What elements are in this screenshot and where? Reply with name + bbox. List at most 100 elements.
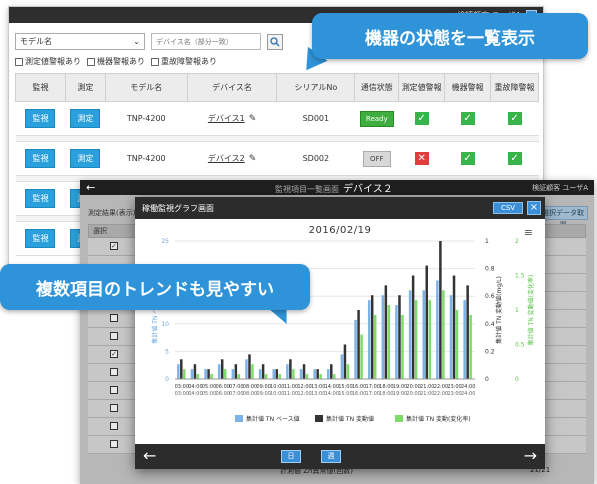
chart-bar <box>455 310 459 379</box>
back-arrow-icon[interactable]: ← <box>86 181 95 194</box>
x-tick-label-sub: 17:00 <box>366 391 380 397</box>
checkbox[interactable] <box>110 386 118 394</box>
comm-status-badge: Ready <box>359 110 394 127</box>
device-link[interactable]: デバイス2 <box>208 154 245 163</box>
chart-bar <box>343 344 347 379</box>
check-icon: ✓ <box>460 112 475 125</box>
chart-bar <box>439 241 442 379</box>
checkbox[interactable] <box>110 314 118 322</box>
measure-button[interactable]: 測定 <box>70 109 101 128</box>
measure-button[interactable]: 測定 <box>70 149 101 168</box>
prev-arrow-icon[interactable]: ← <box>143 446 156 465</box>
checkbox[interactable] <box>110 368 118 376</box>
checkbox[interactable] <box>110 404 118 412</box>
checkbox[interactable] <box>15 57 23 66</box>
col-measure-alarm: 測定値警報 <box>398 73 446 102</box>
right-axis-tick: 1 <box>485 238 489 245</box>
right-axis-tick: 1.5 <box>515 273 525 280</box>
csv-button[interactable]: CSV <box>493 202 523 214</box>
chart-bar <box>223 369 227 379</box>
checkbox[interactable]: ✓ <box>110 350 118 358</box>
close-button[interactable]: × <box>527 201 541 215</box>
next-arrow-icon[interactable]: → <box>524 446 537 465</box>
chart-bar <box>258 369 262 379</box>
x-tick-label-sub: 12:00 <box>297 391 311 397</box>
chart-bar <box>193 364 197 379</box>
chart-bar <box>305 374 309 379</box>
checkbox[interactable] <box>151 57 159 66</box>
x-tick-label-sub: 10:00 <box>270 391 284 397</box>
chart-bar <box>289 359 292 379</box>
search-button[interactable] <box>267 33 283 50</box>
monitor-button[interactable]: 監視 <box>25 189 56 208</box>
chart-bar <box>387 305 391 379</box>
measurement-topbar: ← 監視項目一覧画面 デバイス２ 検証顧客 ユーザA <box>80 180 594 195</box>
chart-bar <box>275 369 278 379</box>
model-select-value: モデル名 <box>20 37 52 46</box>
y-axis-label-right: 集計値 TN 変動値(mg/L) <box>495 276 503 344</box>
monitor-button[interactable]: 監視 <box>25 229 56 248</box>
graph-modal-footer: ← 日 週 → <box>135 444 545 469</box>
check-measure-alarm[interactable]: 測定値警報あり <box>15 56 81 67</box>
day-button[interactable]: 日 <box>281 450 301 463</box>
monitor-button[interactable]: 監視 <box>25 109 56 128</box>
chart-bar <box>302 364 306 379</box>
x-tick-label: 07:00 <box>229 384 243 390</box>
table-header-row: 監視 測定 モデル名 デバイス名 シリアルNo 通信状態 測定値警報 機器警報 … <box>15 73 539 102</box>
x-tick-label: 16:00 <box>352 384 366 390</box>
chart-bar <box>370 295 374 379</box>
x-tick-label: 11:00 <box>284 384 298 390</box>
checkbox[interactable]: ✓ <box>110 242 118 250</box>
comm-status-badge: OFF <box>362 150 391 167</box>
menu-icon[interactable]: ≡ <box>524 226 533 239</box>
fetch-data-button[interactable]: 選択データ取得 <box>538 206 588 229</box>
legend-label: 集計値 TN ベース値 <box>246 415 300 423</box>
device-name-input[interactable] <box>151 33 261 50</box>
measurement-label: 測定結果(表示) <box>88 209 136 217</box>
x-tick-label: 20:00 <box>406 384 420 390</box>
x-tick-label-sub: 22:00 <box>434 391 448 397</box>
legend-swatch <box>315 415 323 422</box>
chart-bar <box>292 369 295 379</box>
check-icon: ✓ <box>507 152 522 165</box>
week-button[interactable]: 週 <box>321 450 341 463</box>
chart-bar <box>183 369 186 379</box>
chart-bar <box>346 364 350 379</box>
right-axis-tick: 0 <box>515 376 519 383</box>
breadcrumb-screen[interactable]: 監視項目一覧画面 <box>275 185 339 194</box>
checkbox[interactable] <box>110 440 118 448</box>
chart-bar <box>449 295 453 379</box>
x-tick-label: 10:00 <box>270 384 284 390</box>
chart-bar <box>357 310 360 379</box>
chart-bar <box>373 314 377 379</box>
alarm-filter-checks: 測定値警報あり 機器警報あり 重故障警報あり <box>15 56 217 67</box>
checkbox[interactable] <box>87 57 95 66</box>
serial-cell: SD002 <box>276 141 355 176</box>
x-tick-label: 15:00 <box>338 384 352 390</box>
breadcrumb: 監視項目一覧画面 デバイス２ <box>275 180 393 195</box>
monitor-button[interactable]: 監視 <box>25 149 56 168</box>
x-tick-label-sub: 08:00 <box>243 391 257 397</box>
chart-bar <box>313 369 316 379</box>
chart-bar <box>381 295 385 379</box>
model-select[interactable]: モデル名 ⌄ <box>15 33 145 50</box>
chart-bar <box>442 290 445 379</box>
chart-bar <box>251 364 254 379</box>
legend-swatch <box>235 415 243 422</box>
chart-bar <box>360 334 363 379</box>
check-fault-alarm[interactable]: 重故障警報あり <box>151 56 217 67</box>
pencil-icon[interactable]: ✎ <box>249 114 257 124</box>
chart-bar <box>264 374 268 379</box>
check-device-alarm[interactable]: 機器警報あり <box>87 56 145 67</box>
left-axis-tick: 10 <box>161 321 169 328</box>
checkbox[interactable] <box>110 422 118 430</box>
device-link[interactable]: デバイス1 <box>208 114 245 123</box>
checkbox[interactable] <box>110 332 118 340</box>
x-tick-label: 12:00 <box>297 384 311 390</box>
x-tick-label-sub: 05:00 <box>202 391 216 397</box>
pencil-icon[interactable]: ✎ <box>249 154 257 164</box>
x-tick-label: 06:00 <box>216 384 230 390</box>
chart-bar <box>401 314 404 379</box>
check-icon: ✓ <box>460 152 475 165</box>
chart-bar <box>217 364 221 379</box>
